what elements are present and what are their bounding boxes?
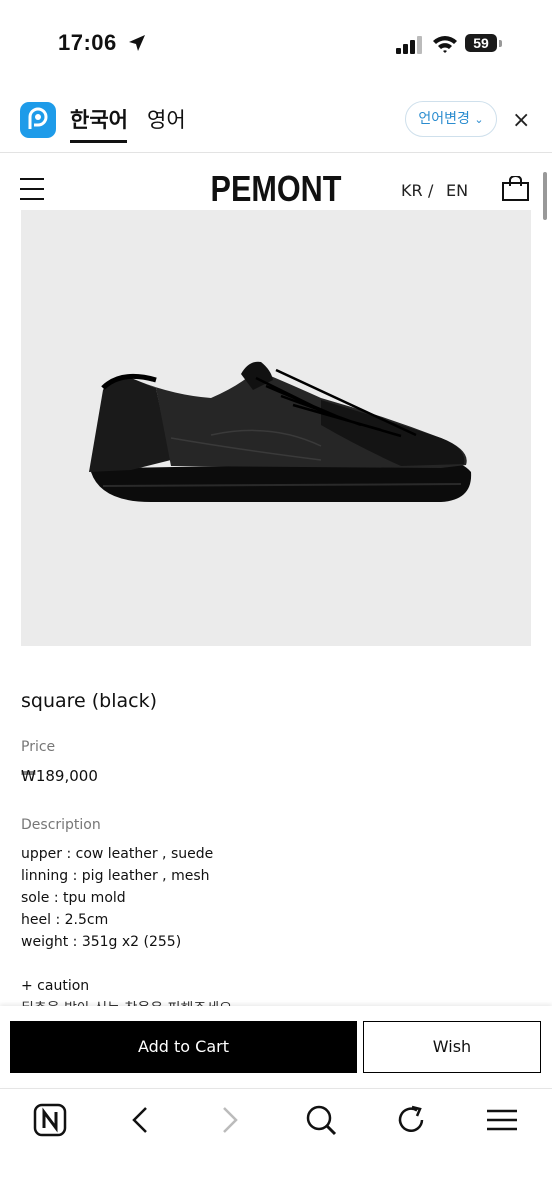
- caution-heading: + caution: [21, 978, 90, 994]
- description-label: Description: [21, 817, 101, 833]
- forward-icon[interactable]: [212, 1102, 248, 1138]
- shopping-bag-icon[interactable]: [502, 176, 529, 201]
- target-language-tab[interactable]: 영어: [147, 104, 186, 134]
- naver-home-icon[interactable]: [32, 1102, 68, 1138]
- add-to-cart-button[interactable]: Add to Cart: [10, 1021, 357, 1073]
- description-line: linning : pig leather , mesh: [21, 868, 210, 884]
- brand-logo[interactable]: PEMONT: [191, 168, 361, 210]
- papago-logo-icon[interactable]: [20, 102, 56, 138]
- chevron-down-icon: ⌄: [474, 113, 484, 126]
- product-image[interactable]: [21, 210, 531, 646]
- wifi-icon: [433, 36, 457, 53]
- battery-level: 59: [465, 34, 497, 52]
- battery-icon: 59: [465, 34, 503, 54]
- language-separator: /: [428, 181, 434, 200]
- location-arrow-icon: [129, 35, 145, 51]
- status-bar: 17:06 59: [0, 0, 552, 90]
- source-language-tab[interactable]: 한국어: [70, 104, 128, 134]
- change-language-label: 언어변경: [418, 111, 470, 127]
- change-language-button[interactable]: 언어변경 ⌄: [405, 101, 497, 137]
- back-icon[interactable]: [122, 1102, 158, 1138]
- product-price: ₩189,000: [21, 767, 98, 785]
- scrollbar[interactable]: [543, 172, 547, 220]
- price-label: Price: [21, 739, 56, 755]
- wish-button[interactable]: Wish: [363, 1021, 541, 1073]
- browser-toolbar: [0, 1088, 552, 1201]
- clock: 17:06: [58, 30, 117, 55]
- description-line: heel : 2.5cm: [21, 912, 109, 928]
- description-line: upper : cow leather , suede: [21, 846, 214, 862]
- cellular-signal-icon: [396, 36, 422, 54]
- close-icon[interactable]: ×: [512, 108, 530, 133]
- sneaker-image: [89, 361, 472, 502]
- description-line: sole : tpu mold: [21, 890, 126, 906]
- menu-icon[interactable]: [484, 1102, 520, 1138]
- active-tab-underline: [70, 140, 127, 143]
- translate-bar: 한국어 영어 언어변경 ⌄ ×: [0, 92, 552, 153]
- language-kr-link[interactable]: KR: [401, 181, 423, 200]
- search-icon[interactable]: [303, 1102, 339, 1138]
- description-line: weight : 351g x2 (255): [21, 934, 182, 950]
- reload-icon[interactable]: [393, 1102, 429, 1138]
- hamburger-menu-icon[interactable]: [20, 178, 44, 204]
- language-en-link[interactable]: EN: [446, 181, 468, 200]
- product-name: square (black): [21, 690, 158, 712]
